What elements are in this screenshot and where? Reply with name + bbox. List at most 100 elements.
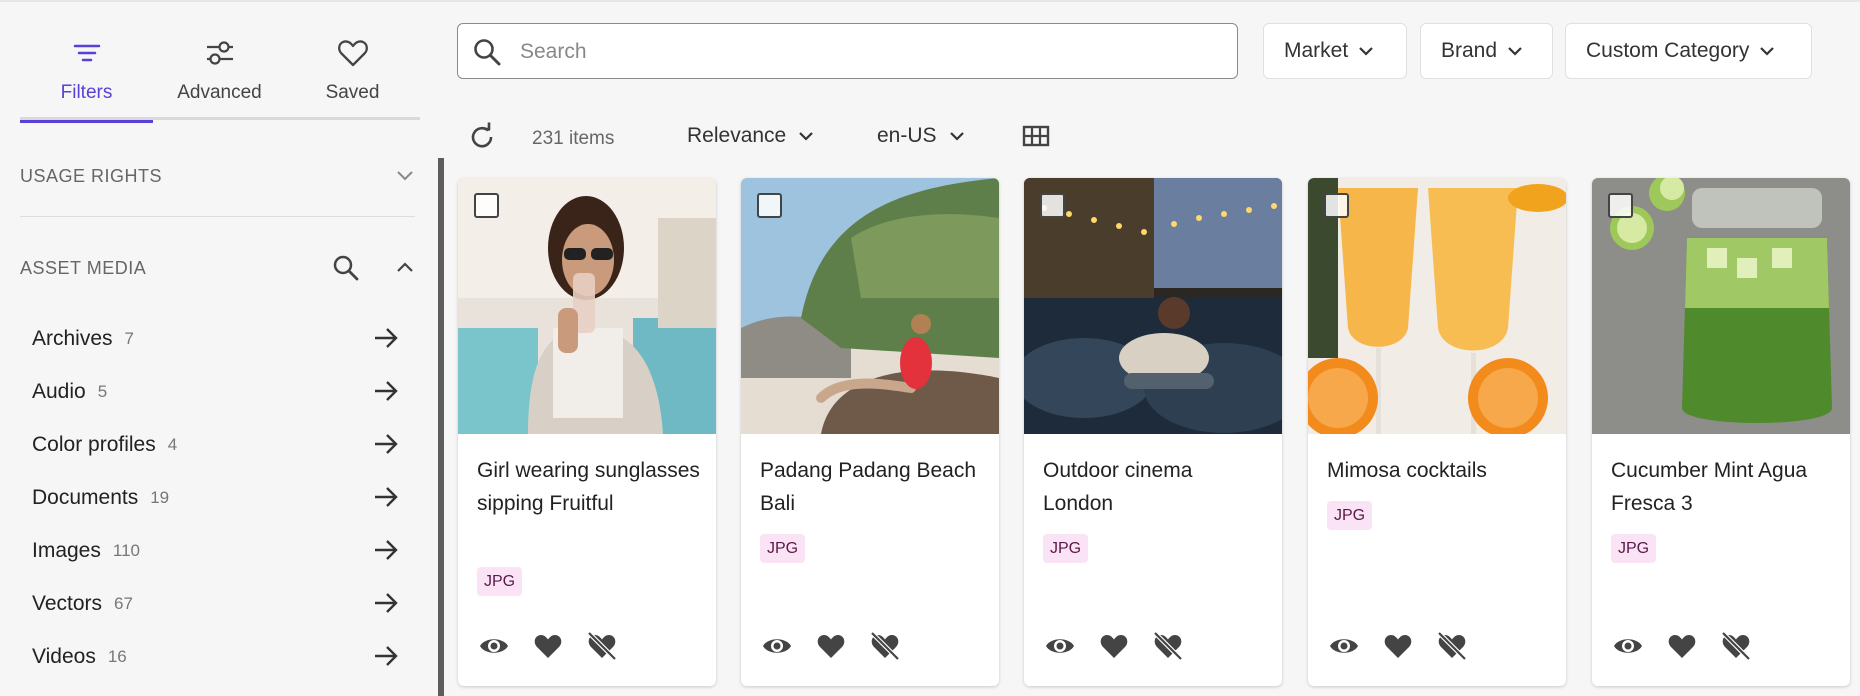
heart-icon[interactable] [1666,630,1698,662]
heart-broken-icon[interactable] [1436,630,1468,662]
select-checkbox[interactable] [1608,193,1633,218]
sidebar: Filters Advanced Saved USAGE RIGHTS ASSE… [0,0,440,696]
media-item-audio[interactable]: Audio 5 [20,365,410,418]
heart-icon[interactable] [1098,630,1130,662]
media-item-count: 110 [112,540,140,560]
asset-title[interactable]: Outdoor cinema London [1043,454,1268,520]
eye-icon[interactable] [1044,630,1076,662]
media-item-count: 16 [107,646,127,666]
tab-saved[interactable]: Saved [286,28,419,120]
tab-saved-label: Saved [325,82,380,103]
market-dropdown[interactable]: Market [1263,23,1407,79]
custom-category-dropdown[interactable]: Custom Category [1565,23,1812,79]
tab-filters[interactable]: Filters [20,28,153,123]
arrow-right-icon [375,487,398,507]
locale-label: en-US [877,124,937,147]
card-actions [1612,630,1752,662]
eye-icon[interactable] [478,630,510,662]
select-checkbox[interactable] [474,193,499,218]
media-item-count: 4 [167,434,178,454]
media-item-images[interactable]: Images 110 [20,524,410,577]
heart-outline-icon [337,40,368,67]
asset-title[interactable]: Girl wearing sunglasses sipping Fruitful [477,454,702,520]
tab-filters-label: Filters [60,82,113,103]
asset-card[interactable]: Cucumber Mint Agua Fresca 3 JPG [1592,178,1850,686]
media-item-label: Color profiles [32,432,156,456]
chevron-down-icon [1359,47,1373,56]
sliders-icon [206,41,233,65]
asset-media-list: Archives 7 Audio 5 Color profiles 4 Docu… [20,312,410,683]
asset-card[interactable]: Girl wearing sunglasses sipping Fruitful… [458,178,716,686]
heart-broken-icon[interactable] [586,630,618,662]
asset-media-header[interactable]: ASSET MEDIA [20,248,420,288]
media-item-count: 7 [124,328,134,348]
sort-label: Relevance [687,124,787,147]
custom-category-dropdown-label: Custom Category [1586,39,1750,62]
media-item-count: 67 [114,593,133,613]
grid-view-icon[interactable] [1022,124,1050,148]
usage-rights-header[interactable]: USAGE RIGHTS [20,156,420,196]
file-type-badge: JPG [477,567,523,596]
eye-icon[interactable] [761,630,793,662]
refresh-icon[interactable] [467,122,497,152]
sidebar-scrollbar[interactable] [438,158,444,696]
select-checkbox[interactable] [1040,193,1065,218]
sort-dropdown[interactable]: Relevance [687,124,814,148]
chevron-down-icon [799,132,814,141]
search-input[interactable] [520,34,1220,70]
heart-icon[interactable] [532,630,564,662]
chevron-up-icon[interactable] [396,260,414,274]
locale-dropdown[interactable]: en-US [877,124,965,148]
media-item-label: Images [32,538,101,562]
media-item-videos[interactable]: Videos 16 [20,630,410,683]
card-actions [478,630,618,662]
chevron-down-icon [1760,47,1775,56]
asset-title[interactable]: Cucumber Mint Agua Fresca 3 [1611,454,1836,520]
chevron-down-icon [1508,47,1522,56]
media-item-label: Documents [32,485,139,509]
filter-lines-icon [73,44,100,62]
media-item-label: Audio [32,379,86,403]
search-icon [474,39,501,66]
select-checkbox[interactable] [1324,193,1349,218]
file-type-badge: JPG [1043,534,1089,563]
arrow-right-icon [375,381,398,401]
media-item-color-profiles[interactable]: Color profiles 4 [20,418,410,471]
arrow-right-icon [375,328,398,348]
sidebar-tabs: Filters Advanced Saved [20,28,420,123]
asset-title[interactable]: Mimosa cocktails [1327,454,1552,487]
asset-card[interactable]: Padang Padang Beach Bali JPG [741,178,999,686]
eye-icon[interactable] [1328,630,1360,662]
results-toolbar: 231 items Relevance en-US [457,118,1837,158]
media-item-label: Archives [32,326,113,350]
heart-broken-icon[interactable] [869,630,901,662]
arrow-right-icon [375,540,398,560]
heart-broken-icon[interactable] [1152,630,1184,662]
tab-advanced[interactable]: Advanced [153,28,286,120]
tab-advanced-label: Advanced [177,82,262,103]
search-box[interactable] [457,23,1238,79]
search-icon[interactable] [332,254,360,282]
arrow-right-icon [375,434,398,454]
card-actions [761,630,901,662]
media-item-label: Videos [32,644,96,668]
brand-dropdown-label: Brand [1441,39,1498,62]
media-item-documents[interactable]: Documents 19 [20,471,410,524]
chevron-down-icon [397,171,413,181]
heart-icon[interactable] [815,630,847,662]
select-checkbox[interactable] [757,193,782,218]
heart-icon[interactable] [1382,630,1414,662]
brand-dropdown[interactable]: Brand [1420,23,1553,79]
asset-card[interactable]: Outdoor cinema London JPG [1024,178,1282,686]
media-item-vectors[interactable]: Vectors 67 [20,577,410,630]
asset-card[interactable]: Mimosa cocktails JPG [1308,178,1566,686]
asset-title[interactable]: Padang Padang Beach Bali [760,454,985,520]
media-item-count: 19 [150,487,170,507]
chevron-down-icon [949,132,964,141]
card-actions [1328,630,1468,662]
eye-icon[interactable] [1612,630,1644,662]
heart-broken-icon[interactable] [1720,630,1752,662]
usage-rights-title: USAGE RIGHTS [20,165,163,186]
file-type-badge: JPG [760,534,806,563]
media-item-archives[interactable]: Archives 7 [20,312,410,365]
